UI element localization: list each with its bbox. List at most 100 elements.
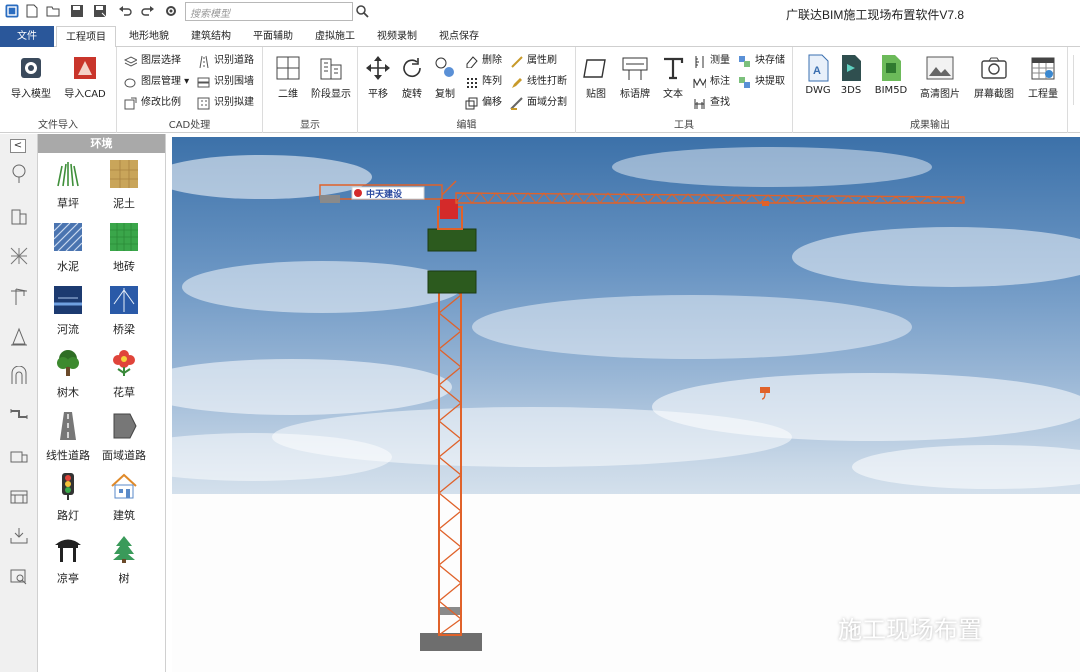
env-item-area-road[interactable]: 面域道路 xyxy=(94,412,154,463)
pipe-icon[interactable] xyxy=(9,406,29,426)
array-button[interactable]: 阵列 xyxy=(465,74,502,90)
env-item-tree[interactable]: 树 xyxy=(94,535,154,586)
floor-tile-icon xyxy=(110,223,138,251)
env-item-bridge[interactable]: 桥梁 xyxy=(94,286,154,337)
group-edit: 平移 旋转 复制 删除 阵列 偏移 属性刷 线性打断 面域分割 编辑 xyxy=(358,47,576,133)
crane-outline-icon[interactable] xyxy=(9,286,29,306)
tab-project[interactable]: 工程项目 xyxy=(56,26,116,48)
gear-icon[interactable] xyxy=(163,3,179,19)
block-save-button[interactable]: 块存储 xyxy=(738,53,785,69)
layer-manage-label: 图层管理 xyxy=(141,76,181,87)
array-label: 阵列 xyxy=(482,76,502,87)
climbing-frame-lower xyxy=(427,270,477,294)
scaffold-icon[interactable] xyxy=(9,246,29,266)
flower-icon xyxy=(113,350,135,376)
screenshot-button[interactable]: 屏幕截图 xyxy=(969,53,1019,100)
import-model-button[interactable]: 导入模型 xyxy=(6,53,56,100)
env-item-street-lamp[interactable]: 路灯 xyxy=(38,472,98,523)
open-folder-icon[interactable] xyxy=(45,3,61,19)
env-item-floor-tile[interactable]: 地砖 xyxy=(94,223,154,274)
tab-building[interactable]: 建筑结构 xyxy=(182,26,240,47)
two-d-label: 二维 xyxy=(278,89,298,100)
phase-display-button[interactable]: 阶段显示 xyxy=(306,53,356,100)
ribbon: 导入模型 导入CAD 文件导入 图层选择 图层管理 ▾ 修改比例 识别道路 识别… xyxy=(0,47,1080,133)
building-outline-icon[interactable] xyxy=(9,206,29,226)
tab-terrain[interactable]: 地形地貌 xyxy=(120,26,178,47)
crane-brand-text: 中天建设 xyxy=(366,188,403,200)
block-extract-button[interactable]: 块提取 xyxy=(738,74,785,90)
env-item-cement[interactable]: 水泥 xyxy=(38,222,98,274)
env-item-river[interactable]: 河流 xyxy=(38,286,98,337)
copy-button[interactable]: 复制 xyxy=(420,53,470,100)
tab-plan-aid[interactable]: 平面辅助 xyxy=(244,26,302,47)
tab-video-record[interactable]: 视频录制 xyxy=(368,26,426,47)
env-item-flowers[interactable]: 花草 xyxy=(94,349,154,400)
offset-icon xyxy=(465,97,478,110)
measure-button[interactable]: 测量 xyxy=(693,53,730,69)
import-cad-button[interactable]: 导入CAD xyxy=(60,53,110,100)
line-break-button[interactable]: 线性打断 xyxy=(510,74,567,90)
menu-bar: 文件 工程项目 地形地貌 建筑结构 平面辅助 虚拟施工 视频录制 视点保存 xyxy=(0,26,1080,48)
env-item-label: 草坪 xyxy=(57,197,79,210)
delete-button[interactable]: 删除 xyxy=(465,53,502,69)
export-bim5d-button[interactable]: BIM5D xyxy=(866,53,916,96)
env-item-label: 水泥 xyxy=(57,260,79,273)
import-tray-icon[interactable] xyxy=(9,526,29,546)
shop-icon[interactable] xyxy=(9,486,29,506)
find-label: 查找 xyxy=(710,97,730,108)
new-file-icon[interactable] xyxy=(24,3,40,19)
cone-icon[interactable] xyxy=(9,327,29,347)
export-bim5d-label: BIM5D xyxy=(874,85,908,96)
area-split-button[interactable]: 面域分割 xyxy=(510,95,567,111)
env-item-pavilion[interactable]: 凉亭 xyxy=(38,535,98,586)
layer-manage-icon xyxy=(124,78,136,88)
camera-icon xyxy=(979,53,1009,83)
tab-file[interactable]: 文件 xyxy=(0,26,54,47)
annotate-button[interactable]: 标注 xyxy=(693,74,730,90)
river-icon xyxy=(54,286,82,314)
dropdown-arrow-icon[interactable]: ▾ xyxy=(181,76,189,87)
area-split-label: 面域分割 xyxy=(527,97,567,108)
machine-icon[interactable] xyxy=(9,446,29,466)
find-icon xyxy=(694,99,705,109)
attr-brush-button[interactable]: 属性刷 xyxy=(510,53,557,69)
collapse-panel-button[interactable]: < xyxy=(10,139,26,153)
search-model-icon[interactable] xyxy=(9,567,29,587)
env-item-building[interactable]: 建筑 xyxy=(94,472,154,523)
env-item-trees[interactable]: 树木 xyxy=(38,349,98,400)
save-as-icon[interactable] xyxy=(92,3,108,19)
array-icon xyxy=(467,78,477,88)
env-item-lawn[interactable]: 草坪 xyxy=(38,160,98,211)
hd-image-button[interactable]: 高清图片 xyxy=(915,53,965,100)
search-icon[interactable] xyxy=(355,4,369,18)
redo-icon[interactable] xyxy=(140,3,156,19)
copy-label: 复制 xyxy=(435,89,455,100)
save-icon[interactable] xyxy=(69,3,85,19)
3d-viewport[interactable]: 中天建设 xyxy=(172,137,1080,672)
recognize-road-button[interactable]: 识别道路 xyxy=(197,53,254,69)
search-input[interactable]: 搜索模型 xyxy=(185,2,353,21)
offset-button[interactable]: 偏移 xyxy=(465,95,502,111)
calendar-table-icon xyxy=(1028,53,1058,83)
layer-select-button[interactable]: 图层选择 xyxy=(124,53,181,69)
env-item-linear-road[interactable]: 线性道路 xyxy=(38,412,98,463)
layer-manage-button[interactable]: 图层管理 ▾ xyxy=(124,74,189,90)
tab-viewpoint-save[interactable]: 视点保存 xyxy=(430,26,488,47)
arch-gate-icon[interactable] xyxy=(9,366,29,386)
texture-icon xyxy=(581,53,611,83)
quantity-button[interactable]: 工程量 xyxy=(1018,53,1068,100)
crane-jib xyxy=(455,192,965,206)
edit-scale-button[interactable]: 修改比例 xyxy=(124,95,181,111)
env-item-label: 地砖 xyxy=(113,260,135,273)
import-cad-icon xyxy=(70,53,100,83)
climbing-frame-upper xyxy=(427,228,477,252)
group-label-cad: CAD处理 xyxy=(168,120,211,131)
text-button[interactable]: 文本 xyxy=(648,53,698,100)
env-item-soil[interactable]: 泥土 xyxy=(94,160,154,211)
tab-virtual-construction[interactable]: 虚拟施工 xyxy=(306,26,364,47)
recognize-building-button[interactable]: 识别拟建 xyxy=(197,95,254,111)
recognize-wall-button[interactable]: 识别围墙 xyxy=(197,74,254,90)
find-button[interactable]: 查找 xyxy=(693,95,730,111)
tree-outline-icon[interactable] xyxy=(9,164,29,184)
undo-icon[interactable] xyxy=(117,3,133,19)
